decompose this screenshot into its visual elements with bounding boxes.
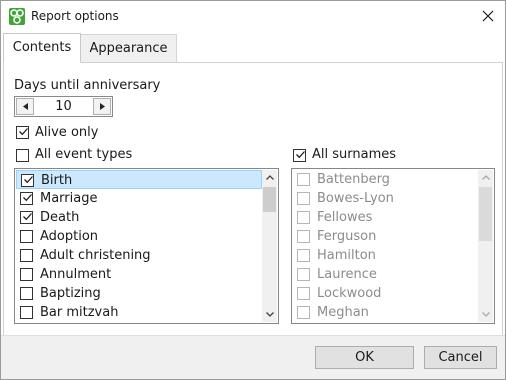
close-button[interactable]	[471, 1, 505, 31]
arrow-left-icon	[22, 103, 28, 110]
checkmark-icon	[23, 213, 32, 221]
fellowes-checkbox[interactable]	[297, 211, 310, 224]
chevron-up-icon	[481, 175, 490, 180]
list-item-laurence[interactable]: Laurence	[293, 265, 478, 284]
list-item-marriage[interactable]: Marriage	[16, 189, 262, 208]
list-item-label: Adoption	[40, 229, 99, 244]
battenberg-checkbox[interactable]	[297, 173, 310, 186]
list-item-annulment[interactable]: Annulment	[16, 265, 262, 284]
death-checkbox[interactable]	[20, 211, 33, 224]
scroll-up-button[interactable]	[478, 170, 493, 185]
scroll-down-button[interactable]	[262, 307, 277, 322]
list-item-meghan[interactable]: Meghan	[293, 303, 478, 322]
days-until-anniversary-label: Days until anniversary	[14, 78, 161, 93]
list-item-label: Ferguson	[317, 229, 377, 244]
alive-only-checkbox[interactable]	[16, 126, 29, 139]
list-item-baptizing[interactable]: Baptizing	[16, 284, 262, 303]
all-event-types-label: All event types	[35, 147, 133, 162]
list-item-label: Birth	[41, 173, 73, 188]
marriage-checkbox[interactable]	[20, 192, 33, 205]
days-spinner[interactable]: 10	[14, 96, 113, 117]
list-item-bowes-lyon[interactable]: Bowes-Lyon	[293, 189, 478, 208]
list-item-fellowes[interactable]: Fellowes	[293, 208, 478, 227]
annulment-checkbox[interactable]	[20, 268, 33, 281]
list-item-label: Bar mitzvah	[40, 305, 119, 320]
all-event-types-checkbox[interactable]	[16, 149, 29, 162]
laurence-checkbox[interactable]	[297, 268, 310, 281]
meghan-checkbox[interactable]	[297, 306, 310, 319]
checkmark-icon	[24, 176, 33, 184]
scroll-thumb[interactable]	[263, 187, 276, 212]
checkmark-icon	[296, 151, 305, 159]
bar-mitzvah-checkbox[interactable]	[20, 306, 33, 319]
list-item-label: Baptizing	[40, 286, 101, 301]
tab-contents[interactable]: Contents	[3, 33, 81, 63]
close-icon	[482, 10, 494, 22]
all-surnames-label: All surnames	[312, 147, 397, 162]
bowes-lyon-checkbox[interactable]	[297, 192, 310, 205]
ok-button[interactable]: OK	[315, 346, 414, 369]
arrow-right-icon	[99, 103, 105, 110]
list-item-adult-christening[interactable]: Adult christening	[16, 246, 262, 265]
list-item-adoption[interactable]: Adoption	[16, 227, 262, 246]
surnames-list[interactable]: Battenberg Bowes-Lyon Fellowes Ferguson …	[291, 168, 495, 324]
list-item-death[interactable]: Death	[16, 208, 262, 227]
all-surnames-checkbox[interactable]	[293, 149, 306, 162]
report-options-dialog: Report options Contents Appearance Days …	[0, 0, 506, 380]
checkmark-icon	[23, 194, 32, 202]
tab-appearance[interactable]: Appearance	[81, 34, 177, 63]
list-item-label: Bowes-Lyon	[317, 191, 394, 206]
event-types-list[interactable]: Birth Marriage Death Adoption Adult chri…	[14, 168, 279, 324]
title-bar: Report options	[1, 1, 505, 33]
days-value[interactable]: 10	[35, 99, 92, 114]
list-item-label: Meghan	[317, 305, 369, 320]
lockwood-checkbox[interactable]	[297, 287, 310, 300]
list-item-label: Death	[40, 210, 80, 225]
adult-christening-checkbox[interactable]	[20, 249, 33, 262]
list-item-label: Marriage	[40, 191, 98, 206]
ferguson-checkbox[interactable]	[297, 230, 310, 243]
list-item-ferguson[interactable]: Ferguson	[293, 227, 478, 246]
chevron-up-icon	[265, 175, 274, 180]
birth-checkbox[interactable]	[21, 174, 34, 187]
list-item-bar-mitzvah[interactable]: Bar mitzvah	[16, 303, 262, 322]
spinner-increment-button[interactable]	[93, 98, 111, 115]
scroll-thumb[interactable]	[479, 187, 492, 241]
scroll-down-button[interactable]	[478, 307, 493, 322]
baptizing-checkbox[interactable]	[20, 287, 33, 300]
adoption-checkbox[interactable]	[20, 230, 33, 243]
list-item-battenberg[interactable]: Battenberg	[293, 170, 478, 189]
hamilton-checkbox[interactable]	[297, 249, 310, 262]
list-item-label: Laurence	[317, 267, 377, 282]
scroll-up-button[interactable]	[262, 170, 277, 185]
list-item-label: Annulment	[40, 267, 112, 282]
surnames-scrollbar[interactable]	[478, 170, 493, 322]
cancel-button[interactable]: Cancel	[424, 346, 497, 369]
list-item-label: Lockwood	[317, 286, 382, 301]
alive-only-label: Alive only	[35, 125, 99, 140]
list-item-hamilton[interactable]: Hamilton	[293, 246, 478, 265]
list-item-label: Hamilton	[317, 248, 376, 263]
list-item-lockwood[interactable]: Lockwood	[293, 284, 478, 303]
genealogy-tree-icon	[9, 8, 25, 25]
list-item-label: Battenberg	[317, 172, 390, 187]
chevron-down-icon	[481, 312, 490, 317]
checkmark-icon	[19, 128, 28, 136]
chevron-down-icon	[265, 312, 274, 317]
list-item-label: Adult christening	[40, 248, 151, 263]
event-types-scrollbar[interactable]	[262, 170, 277, 322]
list-item-label: Fellowes	[317, 210, 373, 225]
window-title: Report options	[31, 9, 119, 23]
spinner-decrement-button[interactable]	[16, 98, 34, 115]
list-item-birth[interactable]: Birth	[16, 170, 262, 189]
